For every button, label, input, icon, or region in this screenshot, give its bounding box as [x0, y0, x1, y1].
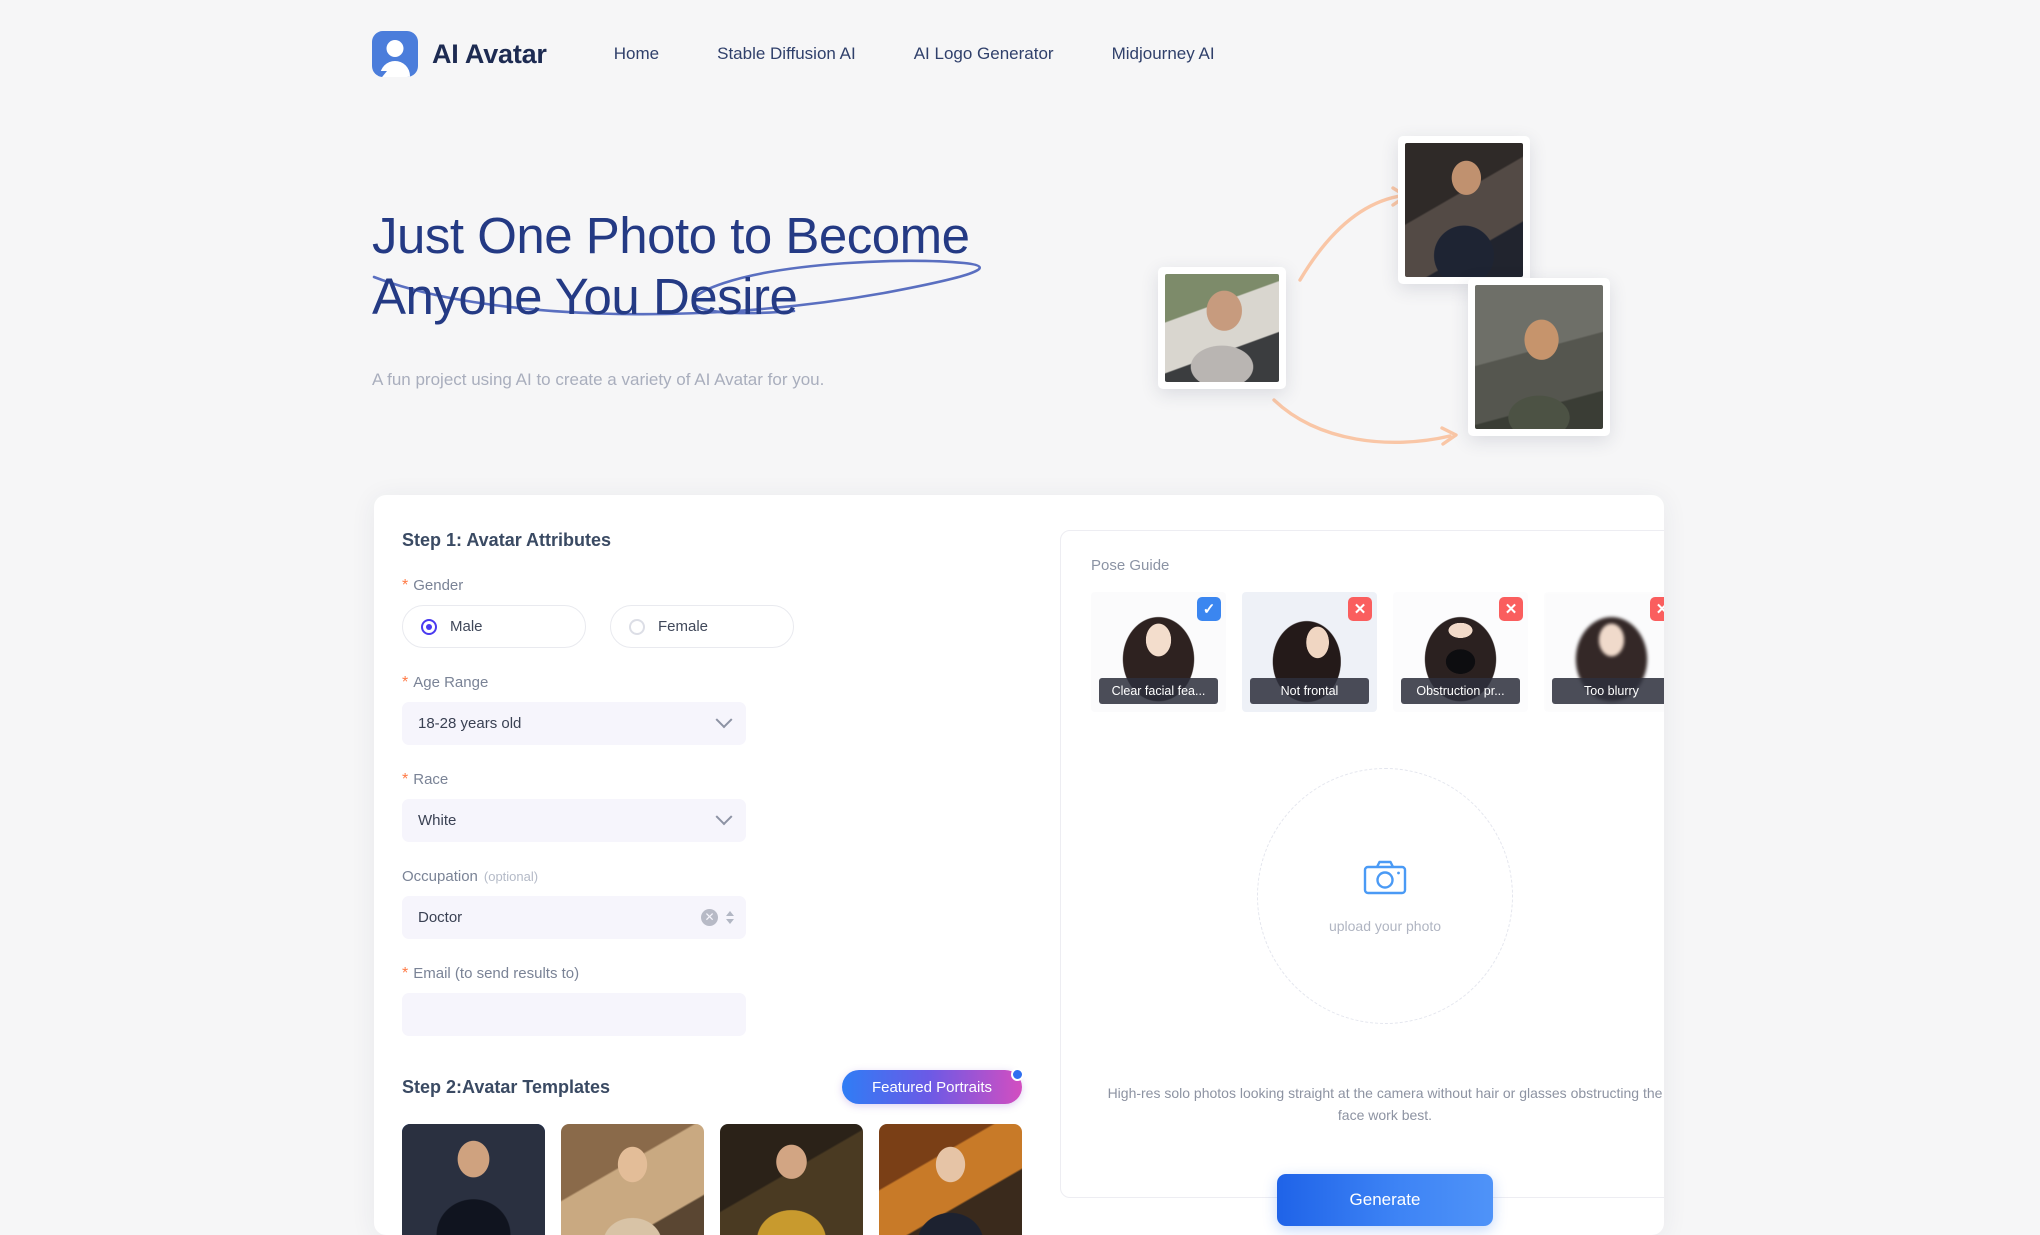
pose-caption: Not frontal [1250, 678, 1369, 704]
template-thumbnail [879, 1124, 1022, 1235]
check-icon: ✓ [1197, 597, 1221, 621]
step2-title: Step 2:Avatar Templates [402, 1076, 611, 1097]
avatar-logo-icon [372, 31, 418, 77]
hero-illustration [1150, 130, 1610, 460]
age-range-value: 18-28 years old [418, 715, 522, 732]
template-card-film-avatar[interactable]: Film Avatar [561, 1124, 704, 1235]
pose-example-obstruction-present[interactable]: ✕ Obstruction pr... [1393, 592, 1528, 712]
gender-radio-group: Male Female [402, 605, 1022, 648]
template-thumbnail [720, 1124, 863, 1235]
clear-circle-icon[interactable]: ✕ [701, 909, 718, 926]
pose-example-not-frontal[interactable]: ✕ Not frontal [1242, 592, 1377, 712]
radio-unselected-icon [629, 618, 645, 635]
chevron-down-icon [715, 807, 733, 825]
cross-icon: ✕ [1348, 597, 1372, 621]
optional-note: (optional) [483, 869, 539, 884]
nav-link-stable-diffusion-ai[interactable]: Stable Diffusion AI [688, 44, 885, 64]
generate-button[interactable]: Generate [1277, 1174, 1493, 1226]
occupation-input[interactable]: Doctor ✕ [402, 896, 746, 939]
radio-selected-icon [421, 618, 437, 635]
result-photo-suit [1398, 136, 1530, 284]
generate-button-row: Generate [1091, 1174, 1664, 1226]
template-card-realistic-oil-paint[interactable]: Realistic Oil Paint... [879, 1124, 1022, 1235]
required-marker: * [402, 770, 409, 788]
email-label: * Email (to send results to) [402, 964, 580, 982]
camera-icon [1363, 859, 1407, 900]
pose-example-too-blurry[interactable]: ✕ Too blurry [1544, 592, 1664, 712]
main-card: Step 1: Avatar Attributes * Gender Male … [374, 495, 1664, 1235]
cross-icon: ✕ [1499, 597, 1523, 621]
upload-hint-text: High-res solo photos looking straight at… [1107, 1085, 1663, 1123]
race-label: * Race [402, 770, 449, 788]
pose-example-clear-facial-features[interactable]: ✓ Clear facial fea... [1091, 592, 1226, 712]
brand-name: AI Avatar [432, 38, 547, 69]
race-value: White [418, 812, 457, 829]
pose-caption: Too blurry [1552, 678, 1664, 704]
required-marker: * [402, 964, 409, 982]
occupation-label: Occupation (optional) [402, 868, 539, 885]
upload-prompt-text: upload your photo [1328, 917, 1442, 934]
occupation-value: Doctor [418, 909, 463, 926]
race-select[interactable]: White [402, 799, 746, 842]
required-marker: * [402, 576, 409, 594]
featured-portraits-label: Featured Portraits [871, 1078, 992, 1096]
nav-links: Home Stable Diffusion AI AI Logo Generat… [585, 44, 1244, 64]
brand-logo[interactable]: AI Avatar [372, 31, 547, 77]
avatar-attributes-form: Step 1: Avatar Attributes * Gender Male … [402, 530, 1024, 1235]
hero-heading-line-2: Anyone You Desire [372, 268, 798, 325]
step1-title: Step 1: Avatar Attributes [402, 530, 612, 550]
chevron-down-icon [715, 710, 733, 728]
gender-option-male[interactable]: Male [402, 605, 586, 648]
notification-dot-icon [1011, 1068, 1024, 1081]
required-marker: * [402, 673, 409, 691]
featured-portraits-button[interactable]: Featured Portraits [841, 1068, 1024, 1104]
nav-link-ai-logo-generator[interactable]: AI Logo Generator [885, 44, 1083, 64]
hero-section: Just One Photo to Become Anyone You Desi… [372, 205, 1072, 393]
template-thumbnail [561, 1124, 704, 1235]
pose-caption: Clear facial fea... [1099, 678, 1218, 704]
template-card-k-wave-art[interactable]: K-Wave Art [720, 1124, 863, 1235]
template-thumbnail [402, 1124, 545, 1235]
template-card-front-face-avatar[interactable]: Front Face Avatar [402, 1124, 545, 1235]
hero-subtitle: A fun project using AI to create a varie… [372, 370, 825, 389]
avatar-template-list: Front Face Avatar Film Avatar K-Wave Art… [402, 1124, 1022, 1235]
upload-panel: Pose Guide ✓ Clear facial fea... ✕ Not f… [1060, 530, 1664, 1226]
age-range-label: * Age Range [402, 673, 489, 691]
gender-label: * Gender [402, 576, 464, 594]
top-navigation-bar: AI Avatar Home Stable Diffusion AI AI Lo… [0, 0, 2040, 108]
pose-guide-list: ✓ Clear facial fea... ✕ Not frontal ✕ Ob… [1091, 592, 1664, 712]
source-photo [1158, 267, 1286, 389]
nav-link-home[interactable]: Home [585, 44, 688, 64]
hero-heading-line-1: Just One Photo to Become [372, 207, 970, 264]
pose-guide-title: Pose Guide [1091, 557, 1170, 574]
result-photo-jacket [1468, 278, 1610, 436]
age-range-select[interactable]: 18-28 years old [402, 702, 746, 745]
stepper-updown-icon[interactable] [726, 911, 734, 924]
page-title: Just One Photo to Become Anyone You Desi… [372, 205, 1072, 327]
photo-upload-dropzone[interactable]: upload your photo [1257, 768, 1513, 1024]
email-input[interactable] [402, 993, 746, 1036]
cross-icon: ✕ [1650, 597, 1664, 621]
gender-option-female[interactable]: Female [610, 605, 794, 648]
nav-link-midjourney-ai[interactable]: Midjourney AI [1083, 44, 1244, 64]
pose-caption: Obstruction pr... [1401, 678, 1520, 704]
step2-header: Step 2:Avatar Templates Featured Portrai… [402, 1068, 1024, 1104]
upload-panel-column: Pose Guide ✓ Clear facial fea... ✕ Not f… [1022, 530, 1664, 1235]
